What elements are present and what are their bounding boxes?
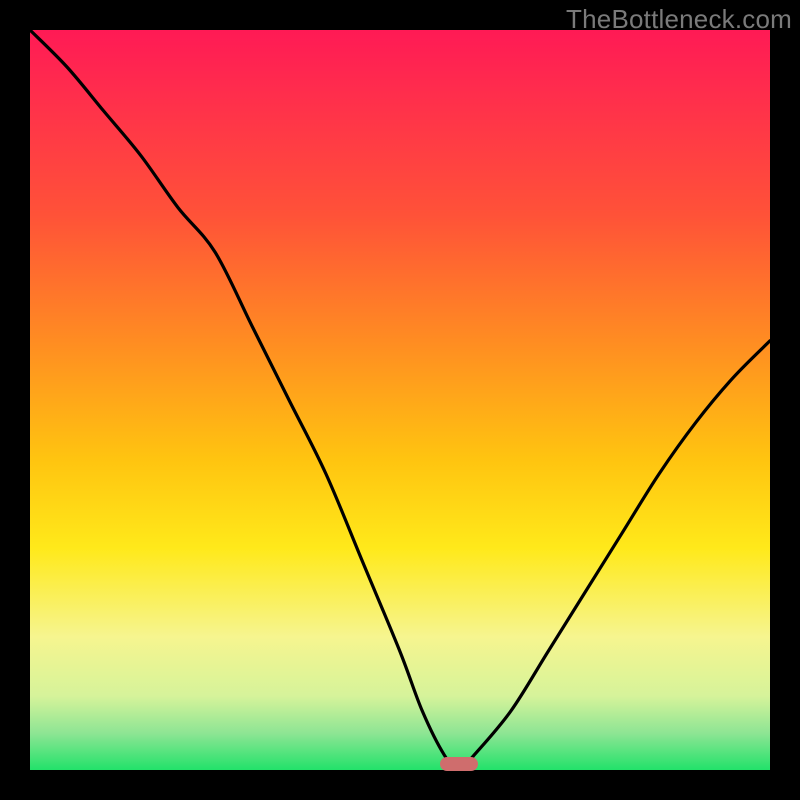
optimal-marker — [440, 757, 478, 771]
chart-frame: TheBottleneck.com — [0, 0, 800, 800]
bottleneck-curve — [30, 30, 770, 770]
curve-path — [30, 30, 770, 770]
